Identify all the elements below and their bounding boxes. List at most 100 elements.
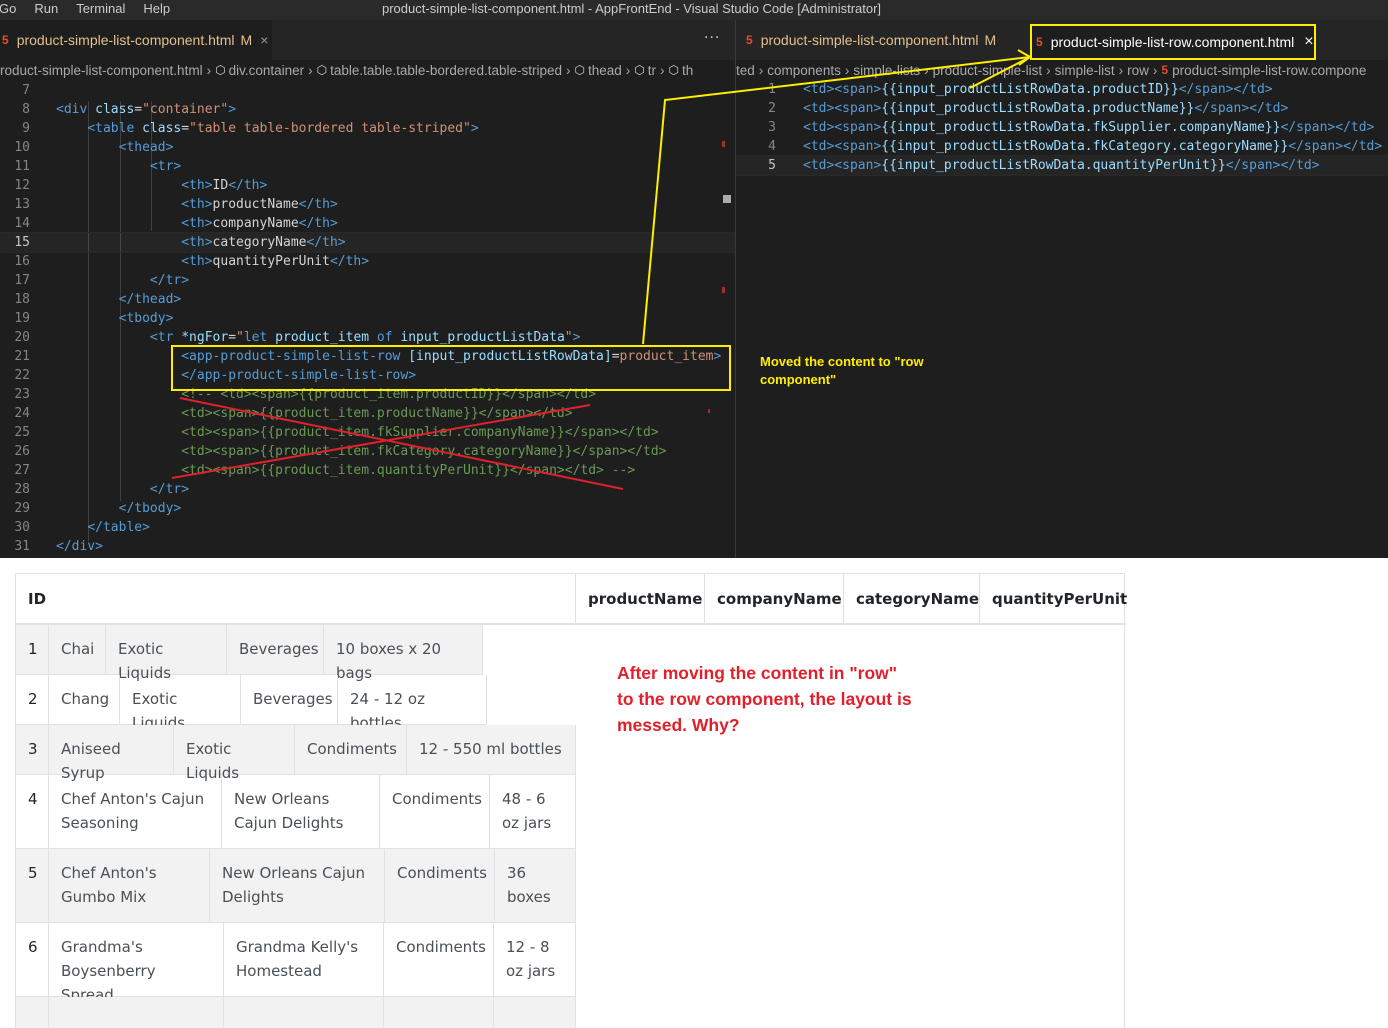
tab-product-simple-list-component[interactable]: 5 product-simple-list-component.html M × — [0, 20, 272, 60]
menu-go[interactable]: Go — [0, 1, 16, 16]
breadcrumb-item[interactable]: th — [682, 63, 693, 78]
chevron-right-icon: › — [844, 62, 850, 78]
code-line: 1 <td><span>{{input_productListRowData.pr… — [768, 82, 1273, 97]
breadcrumb: roduct-simple-list-component.html › ⬡ di… — [0, 60, 735, 80]
highlight-box — [171, 345, 731, 391]
close-tab-icon[interactable]: × — [1304, 33, 1313, 51]
menu-run[interactable]: Run — [34, 1, 58, 16]
element-icon: ⬡ — [574, 63, 585, 77]
chevron-right-icon: › — [625, 62, 631, 78]
code-line: 4 <td><span>{{input_productListRowData.fk… — [768, 139, 1383, 154]
cell-company-name: Exotic Liquids — [106, 625, 227, 682]
tab-product-simple-list-component[interactable]: 5 product-simple-list-component.html M — [746, 20, 996, 60]
html-file-icon: 5 — [2, 33, 9, 47]
code-line: 19 <tbody> — [14, 311, 174, 326]
chevron-right-icon: › — [1152, 62, 1158, 78]
cell-company-name — [224, 997, 384, 1028]
breadcrumb-item[interactable]: product-simple-list-row.compone — [1172, 63, 1366, 78]
breadcrumb: ted › components › simple-lists › produc… — [736, 60, 1388, 80]
breadcrumb-item[interactable]: ted — [736, 63, 755, 78]
code-editor[interactable]: 7 8 <div class="container"> 9 <table clas… — [0, 81, 735, 556]
cell-quantity: 24 - 12 oz bottles — [338, 675, 487, 732]
cell-category-name: Condiments — [295, 725, 407, 774]
column-header-companyname: companyName — [705, 574, 844, 623]
breadcrumb-item[interactable]: div.container — [229, 63, 305, 78]
table-row: 2 Chang Exotic Liquids Beverages 24 - 12… — [16, 675, 487, 732]
code-line: 27 <td><span>{{product_item.quantityPerU… — [14, 463, 636, 478]
code-line: 3 <td><span>{{input_productListRowData.fk… — [768, 120, 1375, 135]
chevron-right-icon: › — [1118, 62, 1124, 78]
window-title: product-simple-list-component.html - App… — [382, 1, 882, 16]
left-tab-bar: 5 product-simple-list-component.html M ×… — [0, 20, 735, 60]
html-file-icon: 5 — [746, 33, 753, 47]
menu-help[interactable]: Help — [143, 1, 170, 16]
cell-product-name: Chef Anton's Gumbo Mix — [49, 849, 210, 922]
breadcrumb-item[interactable]: table.table.table-bordered.table-striped — [330, 63, 562, 78]
cell-category-name — [384, 997, 494, 1028]
cell-company-name: Grandma Kelly's Homestead — [224, 923, 384, 996]
cell-id: 5 — [16, 849, 49, 922]
breadcrumb-item[interactable]: tr — [648, 63, 656, 78]
breadcrumb-item[interactable]: simple-lists — [853, 63, 920, 78]
cell-id — [16, 997, 49, 1028]
tab-label: product-simple-list-component.html — [16, 32, 235, 48]
modified-indicator: M — [984, 32, 997, 48]
cell-product-name: Grandma's Boysenberry Spread — [49, 923, 224, 1004]
element-icon: ⬡ — [215, 63, 226, 77]
cell-category-name: Beverages — [227, 625, 324, 674]
code-line: 7 — [22, 83, 30, 98]
cell-category-name: Condiments — [385, 849, 495, 922]
rendered-page: ID productName companyName categoryName … — [0, 558, 1388, 1028]
title-bar: Go Run Terminal Help product-simple-list… — [0, 0, 1388, 20]
cell-quantity — [494, 997, 576, 1028]
breadcrumb-item[interactable]: components — [767, 63, 841, 78]
code-editor[interactable]: 1 <td><span>{{input_productListRowData.pr… — [736, 80, 1388, 176]
chevron-right-icon: › — [758, 62, 764, 78]
breadcrumb-item[interactable]: thead — [588, 63, 622, 78]
close-tab-icon[interactable]: × — [260, 32, 268, 48]
cell-company-name: Exotic Liquids — [120, 675, 241, 732]
table-row: 4 Chef Anton's Cajun Seasoning New Orlea… — [16, 775, 576, 849]
more-actions-icon[interactable]: ··· — [704, 30, 720, 46]
table-row: 3 Aniseed Syrup Exotic Liquids Condiment… — [16, 725, 576, 782]
cell-quantity: 48 - 6 oz jars — [490, 775, 576, 848]
left-editor-pane: 5 product-simple-list-component.html M ×… — [0, 20, 735, 558]
cell-product-name: Aniseed Syrup — [49, 725, 174, 782]
code-line: 28 </tr> — [14, 482, 190, 497]
cell-quantity: 10 boxes x 20 bags — [324, 625, 483, 682]
annotation-moved-note: Moved the content to "row component" — [760, 354, 924, 387]
code-line: 10 <thead> — [14, 140, 174, 155]
breadcrumb-item[interactable]: row — [1127, 63, 1149, 78]
code-line: 16 <th>quantityPerUnit</th> — [14, 254, 370, 269]
cell-category-name: Condiments — [384, 923, 494, 996]
right-editor-pane: 5 product-simple-list-component.html M 5… — [736, 20, 1388, 558]
element-icon: ⬡ — [316, 63, 328, 77]
cell-quantity: 12 - 550 ml bottles — [407, 725, 576, 774]
tab-label: product-simple-list-component.html — [760, 32, 979, 48]
menu-terminal[interactable]: Terminal — [76, 1, 125, 16]
breadcrumb-item[interactable]: simple-list — [1055, 63, 1115, 78]
tab-label: product-simple-list-row.component.html — [1050, 34, 1295, 50]
code-line: 12 <th>ID</th> — [14, 178, 268, 193]
chevron-right-icon: › — [924, 62, 929, 78]
cell-company-name: Exotic Liquids — [174, 725, 295, 782]
table-row: 1 Chai Exotic Liquids Beverages 10 boxes… — [16, 625, 483, 682]
cell-company-name: New Orleans Cajun Delights — [210, 849, 385, 922]
column-header-productname: productName — [576, 574, 705, 623]
cell-product-name: Chai — [49, 625, 106, 674]
element-icon: ⬡ — [634, 63, 645, 77]
code-line: 9 <table class="table table-bordered tab… — [22, 121, 479, 136]
table-row: 6 Grandma's Boysenberry Spread Grandma K… — [16, 923, 576, 1004]
html-file-icon: 5 — [1036, 35, 1043, 49]
cell-product-name: Chang — [49, 675, 120, 724]
chevron-right-icon: › — [206, 62, 212, 78]
cell-id: 4 — [16, 775, 49, 848]
chevron-right-icon: › — [660, 62, 665, 78]
code-line: 30 </table> — [14, 520, 150, 535]
tab-product-simple-list-row-component[interactable]: 5 product-simple-list-row.component.html… — [1030, 24, 1316, 60]
html-file-icon: 5 — [1161, 63, 1169, 77]
right-tab-bar: 5 product-simple-list-component.html M 5… — [736, 20, 1388, 60]
breadcrumb-item[interactable]: roduct-simple-list-component.html — [0, 63, 203, 78]
breadcrumb-item[interactable]: product-simple-list — [933, 63, 1043, 78]
code-line: 31 </div> — [14, 539, 103, 554]
